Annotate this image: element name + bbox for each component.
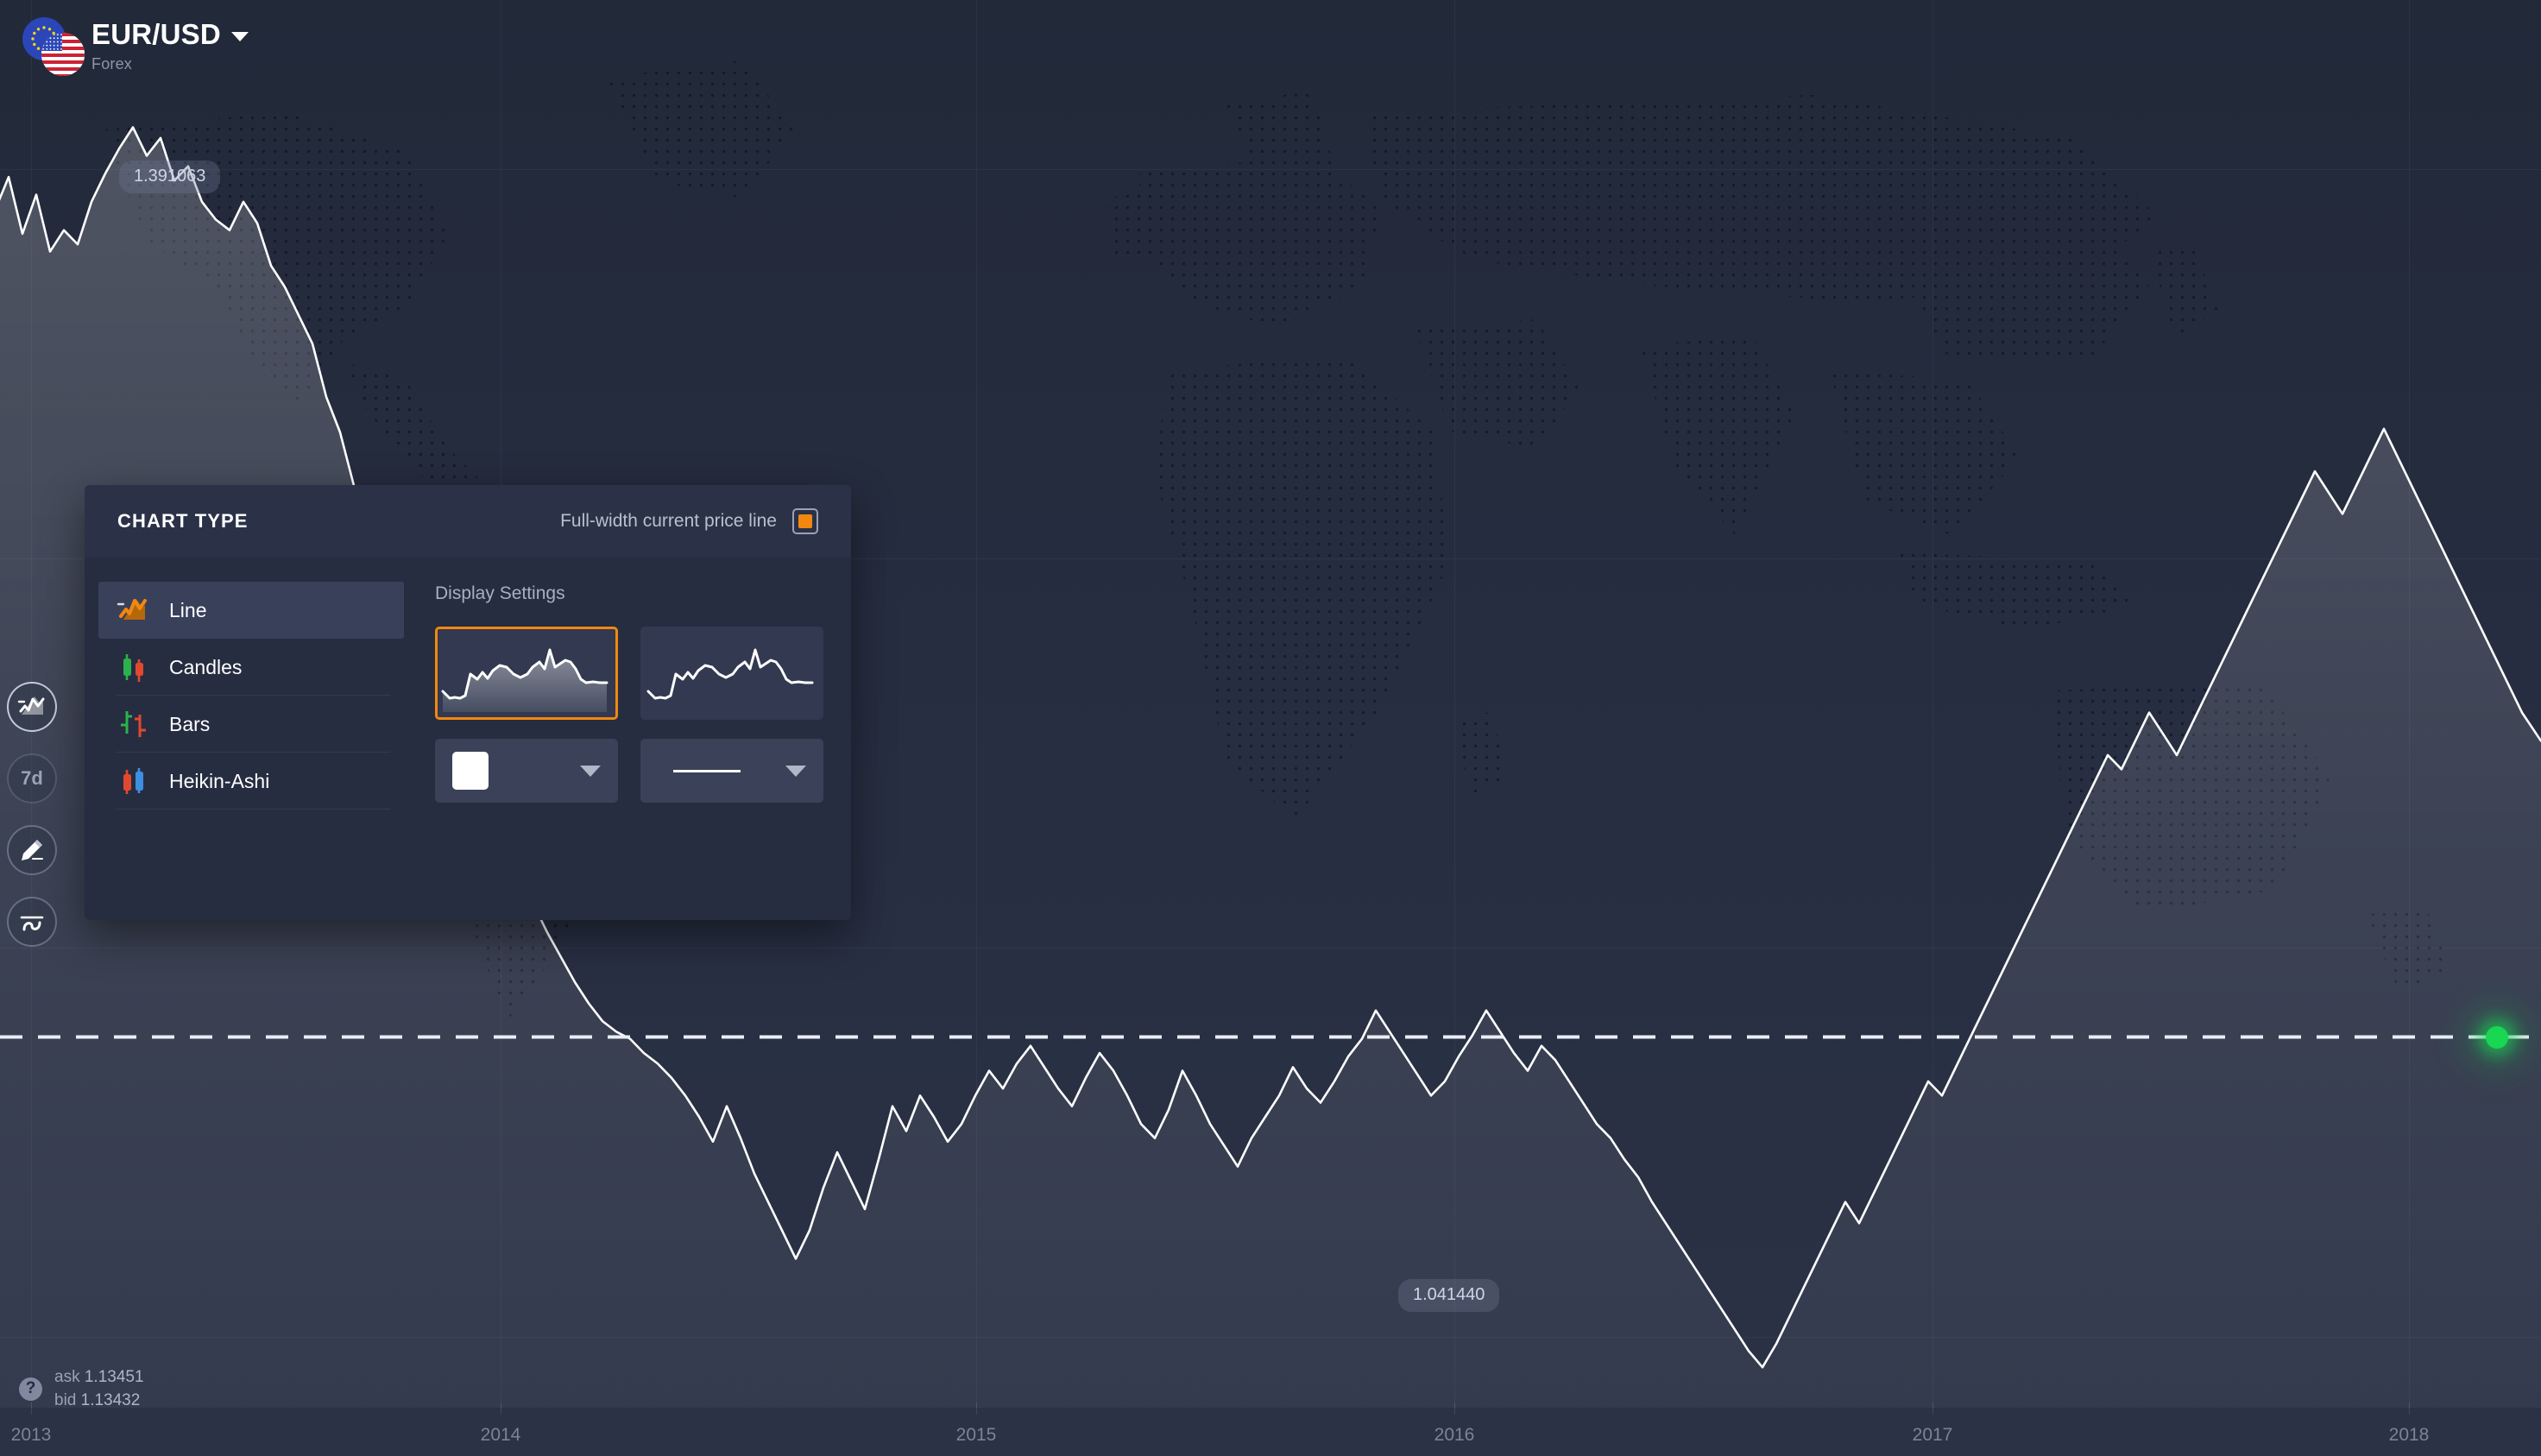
currency-pair-flags xyxy=(19,16,85,76)
panel-body: Line Candles Bars Heikin-Ashi Display Se… xyxy=(85,558,851,920)
style-dropdowns[interactable] xyxy=(435,739,851,803)
us-flag-icon xyxy=(41,33,85,76)
chart-type-option-bars[interactable]: Bars xyxy=(98,696,404,753)
full-width-price-line-toggle[interactable]: Full-width current price line xyxy=(560,508,818,534)
x-axis[interactable]: 2013 2014 2015 2016 2017 2018 xyxy=(0,1402,2541,1456)
chart-type-label: Heikin-Ashi xyxy=(169,769,270,792)
trading-chart-app: 1.391063 1.041440 EUR/USD Forex 7d CHART… xyxy=(0,0,2541,1456)
draw-tool-button[interactable] xyxy=(7,825,57,875)
full-width-price-line-label: Full-width current price line xyxy=(560,511,777,531)
bid-value: 1.13432 xyxy=(80,1391,141,1410)
line-preview-icon xyxy=(646,648,814,700)
question-mark-icon[interactable]: ? xyxy=(19,1377,42,1401)
chart-type-label: Bars xyxy=(169,712,211,735)
timeframe-label: 7d xyxy=(21,767,43,789)
symbol-category: Forex xyxy=(91,55,133,72)
x-axis-label: 2017 xyxy=(1912,1425,1953,1445)
chart-type-option-line[interactable]: Line xyxy=(98,582,404,639)
line-chart-icon xyxy=(17,696,45,715)
chevron-down-icon[interactable] xyxy=(230,32,249,41)
line-style-preview[interactable] xyxy=(640,627,823,720)
chart-type-option-candles[interactable]: Candles xyxy=(98,639,404,696)
chart-type-tool-button[interactable] xyxy=(7,682,57,732)
panel-title: CHART TYPE xyxy=(117,510,249,532)
chart-type-option-heikin-ashi[interactable]: Heikin-Ashi xyxy=(98,753,404,810)
undo-tool-button[interactable] xyxy=(7,897,57,947)
chart-type-panel[interactable]: CHART TYPE Full-width current price line… xyxy=(85,485,851,920)
panel-header: CHART TYPE Full-width current price line xyxy=(85,485,851,558)
full-width-price-line-checkbox[interactable] xyxy=(792,508,818,534)
chart-type-label: Line xyxy=(169,598,207,621)
line-area-icon xyxy=(117,599,147,620)
x-axis-tick xyxy=(2409,1402,2410,1415)
line-color-dropdown[interactable] xyxy=(435,739,618,803)
ohlc-bars-icon xyxy=(121,711,146,737)
display-settings-title: Display Settings xyxy=(435,583,565,603)
symbol-name[interactable]: EUR/USD xyxy=(91,18,221,51)
quote-info[interactable]: ? ask 1.13451 bid 1.13432 xyxy=(19,1365,144,1413)
left-toolbar[interactable]: 7d xyxy=(7,682,57,947)
area-style-preview[interactable] xyxy=(435,627,618,720)
squiggle-icon xyxy=(20,916,44,931)
divider xyxy=(116,809,390,810)
bid-price-row: bid 1.13432 xyxy=(54,1389,144,1413)
x-axis-label: 2015 xyxy=(955,1425,997,1445)
low-price-label: 1.041440 xyxy=(1398,1279,1500,1312)
ask-price-row: ask 1.13451 xyxy=(54,1365,144,1390)
current-price-marker xyxy=(2486,1025,2508,1049)
chart-type-list[interactable]: Line Candles Bars Heikin-Ashi xyxy=(85,558,404,920)
area-preview-icon xyxy=(441,648,608,712)
x-axis-tick xyxy=(1454,1402,1455,1415)
heikin-ashi-icon xyxy=(123,768,143,794)
display-settings: Display Settings xyxy=(404,558,851,920)
checkbox-check-icon xyxy=(798,514,812,528)
symbol-header[interactable]: EUR/USD Forex xyxy=(0,0,249,76)
ask-value: 1.13451 xyxy=(84,1367,144,1386)
x-axis-label: 2013 xyxy=(10,1425,52,1445)
x-axis-label: 2016 xyxy=(1434,1425,1475,1445)
x-axis-tick xyxy=(976,1402,977,1415)
chevron-down-icon[interactable] xyxy=(785,765,806,777)
high-price-label: 1.391063 xyxy=(119,161,221,193)
candlestick-icon xyxy=(123,654,143,682)
line-style-sample xyxy=(673,769,741,772)
line-style-dropdown[interactable] xyxy=(640,739,823,803)
bid-label: bid xyxy=(54,1391,77,1410)
x-axis-label: 2018 xyxy=(2388,1425,2430,1445)
pencil-icon xyxy=(22,840,43,860)
preview-options[interactable] xyxy=(435,627,851,720)
ask-label: ask xyxy=(54,1367,80,1386)
chart-type-label: Candles xyxy=(169,655,243,678)
x-axis-label: 2014 xyxy=(480,1425,521,1445)
timeframe-tool-button[interactable]: 7d xyxy=(7,753,57,804)
color-swatch xyxy=(452,752,489,790)
chevron-down-icon[interactable] xyxy=(580,765,601,777)
